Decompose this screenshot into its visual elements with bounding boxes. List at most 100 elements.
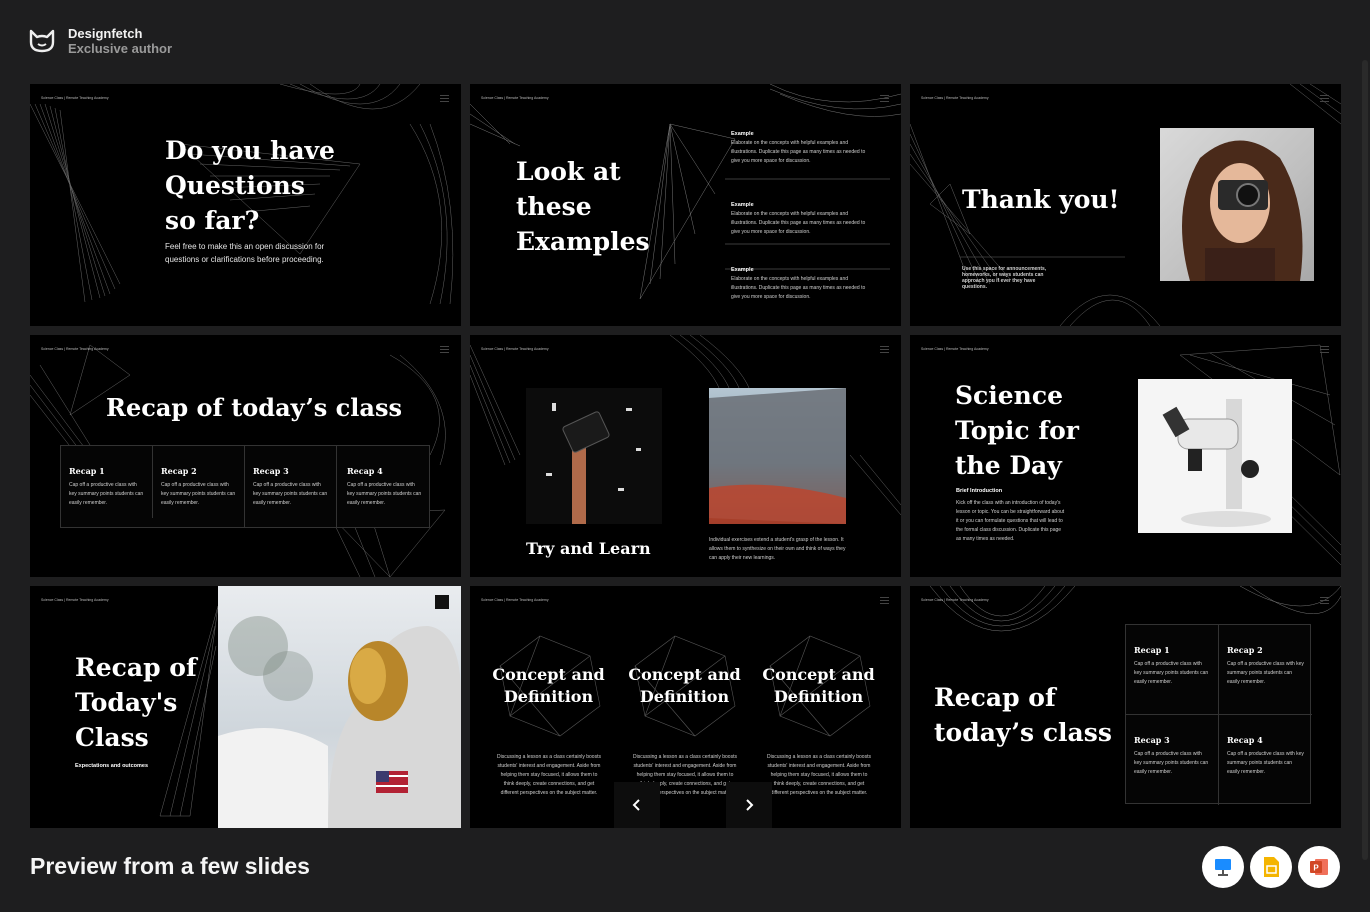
- recap-grid: Recap 1 Cap off a productive class with …: [1125, 624, 1312, 805]
- keynote-icon[interactable]: [1202, 846, 1244, 888]
- example-item: Example Elaborate on the concepts with h…: [731, 266, 866, 302]
- menu-icon: [435, 595, 449, 609]
- brand-name: Designfetch: [68, 26, 143, 41]
- previous-slide-button[interactable]: [614, 782, 660, 828]
- title-line: Do you have: [165, 136, 335, 165]
- slide-concepts[interactable]: Science Class | Remote Teaching Academy …: [470, 586, 901, 828]
- title-line: Questions: [165, 171, 305, 200]
- concept-title-line: Definition: [639, 687, 730, 706]
- slide-science-topic[interactable]: Science Class | Remote Teaching Academy …: [910, 335, 1341, 577]
- slide-title: Thank you!: [962, 185, 1120, 214]
- example-text: Elaborate on the concepts with helpful e…: [731, 140, 866, 164]
- title-line: Science: [955, 381, 1063, 410]
- recap-cell: Recap 3 Cap off a productive class with …: [245, 446, 337, 528]
- recap-title: Recap 4: [1227, 735, 1263, 745]
- example-label: Example: [731, 267, 754, 273]
- astronaut-photo: [218, 586, 461, 828]
- next-slide-button[interactable]: [726, 782, 772, 828]
- slide-title: Recap of Today's Class: [75, 650, 197, 755]
- concept-column: Concept and Definition: [616, 664, 753, 708]
- page-scrollbar[interactable]: [1362, 60, 1368, 860]
- slide-astronaut-recap[interactable]: Science Class | Remote Teaching Academy …: [30, 586, 461, 828]
- title-line: Class: [75, 723, 149, 752]
- slide-title: Recap of today’s class: [934, 680, 1112, 750]
- app-format-icons: P: [1202, 846, 1340, 888]
- recap-text: Cap off a productive class with key summ…: [69, 482, 144, 506]
- google-slides-icon[interactable]: [1250, 846, 1292, 888]
- recap-title: Recap 3: [253, 466, 289, 476]
- slide-recap-table[interactable]: Science Class | Remote Teaching Academy …: [30, 335, 461, 577]
- brand[interactable]: Designfetch Exclusive author: [28, 26, 172, 56]
- slide-body: Use this space for announcements, homewo…: [962, 266, 1047, 290]
- recap-text: Cap off a productive class with key summ…: [1227, 751, 1304, 775]
- menu-icon: [880, 597, 889, 604]
- example-item: Example Elaborate on the concepts with h…: [731, 130, 866, 166]
- concept-column: Concept and Definition: [750, 664, 887, 708]
- preview-caption: Preview from a few slides: [30, 853, 310, 879]
- slide-try-and-learn[interactable]: Science Class | Remote Teaching Academy …: [470, 335, 901, 577]
- slide-header-text: Science Class | Remote Teaching Academy: [41, 96, 109, 100]
- title-line: Examples: [516, 227, 650, 256]
- recap-title: Recap 2: [161, 466, 197, 476]
- slide-header-text: Science Class | Remote Teaching Academy: [41, 347, 109, 351]
- recap-cell: Recap 3 Cap off a productive class with …: [1126, 715, 1219, 805]
- chevron-left-icon: [632, 799, 640, 811]
- title-line: today’s class: [934, 718, 1112, 747]
- recap-cell: Recap 4 Cap off a productive class with …: [339, 446, 431, 528]
- concept-title-line: Concept and: [492, 665, 605, 684]
- slide-questions[interactable]: Science Class | Remote Teaching Academy …: [30, 84, 461, 326]
- slide-body: Kick off the class with an introduction …: [956, 500, 1065, 542]
- building-photo: [709, 388, 846, 524]
- slide-recap-grid[interactable]: Science Class | Remote Teaching Academy …: [910, 586, 1341, 828]
- title-line: Recap of: [934, 683, 1056, 712]
- concept-title-line: Definition: [773, 687, 864, 706]
- recap-title: Recap 4: [347, 466, 383, 476]
- title-line: these: [516, 192, 592, 221]
- concept-title-line: Concept and: [762, 665, 875, 684]
- slide-title: Try and Learn: [526, 539, 651, 558]
- powerpoint-icon[interactable]: P: [1298, 846, 1340, 888]
- chevron-right-icon: [746, 799, 754, 811]
- photographer-photo: [1160, 128, 1314, 281]
- recap-cell: Recap 2 Cap off a productive class with …: [1219, 625, 1312, 715]
- slide-header-text: Science Class | Remote Teaching Academy: [481, 347, 549, 351]
- slide-body: Individual exercises extend a student's …: [709, 537, 846, 561]
- example-text: Elaborate on the concepts with helpful e…: [731, 276, 866, 300]
- slide-preview-grid: Science Class | Remote Teaching Academy …: [30, 84, 1341, 828]
- title-line: Recap of: [75, 653, 197, 682]
- slide-thank-you[interactable]: Science Class | Remote Teaching Academy …: [910, 84, 1341, 326]
- recap-cell: Recap 1 Cap off a productive class with …: [1126, 625, 1219, 715]
- recap-title: Recap 2: [1227, 645, 1263, 655]
- recap-title: Recap 1: [1134, 645, 1170, 655]
- menu-icon: [1320, 597, 1329, 604]
- svg-text:P: P: [1313, 864, 1319, 873]
- title-line: Today's: [75, 688, 178, 717]
- slide-title: Science Topic for the Day: [955, 378, 1079, 483]
- recap-text: Cap off a productive class with key summ…: [253, 482, 328, 506]
- concept-title-line: Concept and: [628, 665, 741, 684]
- title-line: Look at: [516, 157, 621, 186]
- slide-subtitle: Expectations and outcomes: [75, 763, 149, 769]
- recap-title: Recap 1: [69, 466, 105, 476]
- title-line: the Day: [955, 451, 1062, 480]
- cat-face-icon: [29, 29, 55, 53]
- microscope-photo: [1138, 379, 1292, 533]
- slide-title: Recap of today’s class: [106, 393, 402, 422]
- slide-body: Feel free to make this an open discussio…: [165, 242, 325, 264]
- menu-icon: [440, 95, 449, 102]
- camera-hand-photo: [526, 388, 662, 524]
- concept-text: Discussing a lesson as a class certainly…: [497, 754, 601, 796]
- menu-icon: [440, 346, 449, 353]
- recap-text: Cap off a productive class with key summ…: [161, 482, 236, 506]
- slide-header-text: Science Class | Remote Teaching Academy: [921, 96, 989, 100]
- brand-subtitle: Exclusive author: [68, 41, 173, 56]
- menu-icon: [880, 95, 889, 102]
- slide-examples[interactable]: Science Class | Remote Teaching Academy …: [470, 84, 901, 326]
- recap-text: Cap off a productive class with key summ…: [1227, 661, 1304, 685]
- example-item: Example Elaborate on the concepts with h…: [731, 201, 866, 237]
- example-text: Elaborate on the concepts with helpful e…: [731, 211, 866, 235]
- slide-title: Do you have Questions so far?: [165, 133, 335, 238]
- slide-title: Look at these Examples: [516, 154, 650, 259]
- slide-header-text: Science Class | Remote Teaching Academy: [481, 96, 549, 100]
- recap-cell: Recap 2 Cap off a productive class with …: [153, 446, 245, 528]
